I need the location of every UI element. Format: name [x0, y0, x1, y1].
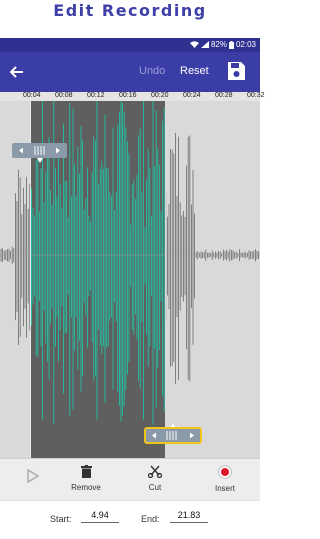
- timeline-tick: 00:12: [87, 92, 105, 99]
- timeline-tick: 00:16: [119, 92, 137, 99]
- arrow-left-icon: [10, 66, 23, 78]
- save-button[interactable]: [226, 61, 246, 81]
- app-toolbar: Undo Reset: [0, 52, 260, 92]
- trash-icon: [80, 465, 92, 478]
- range-fields: Start: 4.94 End: 21.83: [0, 500, 260, 539]
- status-right: 82% 02:03: [189, 40, 256, 49]
- screenshot-banner: Edit Recording: [0, 0, 260, 38]
- status-bar: 82% 02:03: [0, 38, 260, 52]
- phone-screen: 82% 02:03 Undo Reset 00:04 00:08 00:12 00:1…: [0, 38, 265, 539]
- cut-button[interactable]: Cut: [130, 465, 180, 492]
- cut-label: Cut: [148, 483, 162, 492]
- play-icon: [27, 468, 40, 484]
- timeline-tick: 00:28: [215, 92, 233, 99]
- save-icon: [228, 62, 245, 80]
- insert-button[interactable]: Insert: [200, 465, 250, 493]
- battery-percent: 82%: [210, 40, 227, 49]
- scissors-icon: [147, 465, 163, 479]
- undo-button[interactable]: Undo: [139, 65, 165, 77]
- banner-title: Edit Recording: [53, 1, 207, 20]
- status-time: 02:03: [235, 40, 256, 49]
- insert-label: Insert: [214, 484, 235, 493]
- timeline-ruler: 00:04 00:08 00:12 00:16 00:20 00:24 00:28 00:32: [0, 92, 265, 101]
- timeline-tick: 00:32: [247, 92, 265, 99]
- signal-icon: [200, 41, 209, 48]
- waveform-area[interactable]: [0, 101, 260, 458]
- start-label: Start:: [50, 514, 72, 524]
- reset-button[interactable]: Reset: [180, 65, 209, 77]
- edit-tools-bar: Remove Cut Insert: [0, 458, 260, 501]
- play-button[interactable]: [8, 465, 58, 488]
- battery-icon: [228, 40, 234, 49]
- timeline-tick: 00:04: [23, 92, 41, 99]
- end-field[interactable]: 21.83: [170, 510, 208, 523]
- back-button[interactable]: [6, 61, 28, 83]
- start-field[interactable]: 4.94: [81, 510, 119, 523]
- remove-label: Remove: [71, 483, 101, 492]
- remove-button[interactable]: Remove: [61, 465, 111, 492]
- end-label: End:: [141, 514, 160, 524]
- waveform-svg: [0, 101, 260, 458]
- timeline-tick: 00:24: [183, 92, 201, 99]
- timeline-tick: 00:20: [151, 92, 169, 99]
- record-icon: [218, 465, 232, 479]
- timeline-tick: 00:08: [55, 92, 73, 99]
- wifi-icon: [189, 41, 199, 48]
